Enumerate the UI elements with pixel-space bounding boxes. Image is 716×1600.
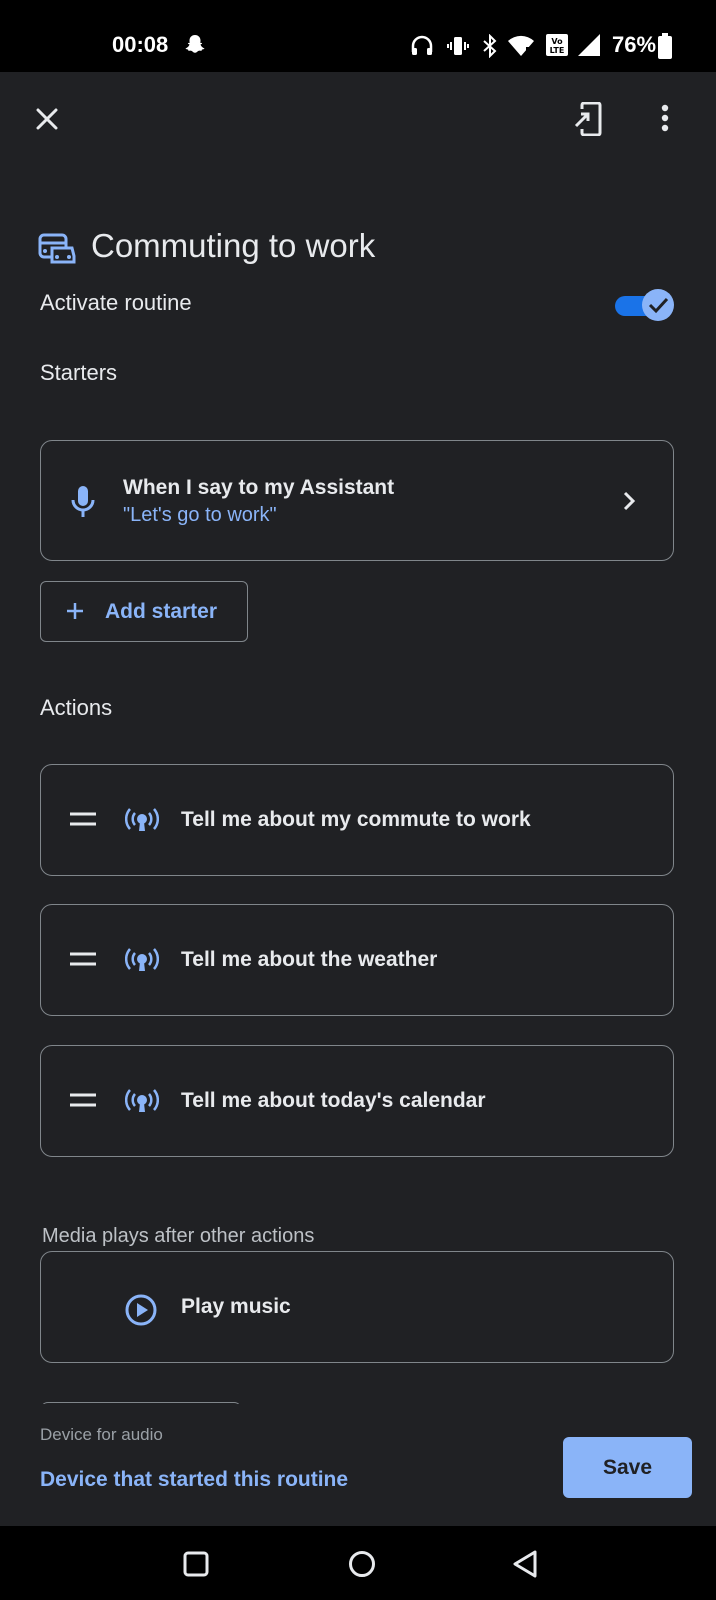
play-circle-icon	[125, 1294, 157, 1331]
chevron-right-icon	[621, 489, 637, 518]
toggle-thumb	[642, 289, 674, 321]
action-label: Tell me about the weather	[181, 948, 438, 971]
home-icon[interactable]	[347, 1549, 377, 1584]
starter-card[interactable]: When I say to my Assistant "Let's go to …	[40, 440, 674, 561]
battery-icon	[658, 33, 672, 64]
starters-heading: Starters	[40, 360, 118, 385]
action-card-commute[interactable]: Tell me about my commute to work	[40, 764, 674, 876]
save-button[interactable]: Save	[563, 1437, 692, 1498]
drag-handle-icon[interactable]	[69, 811, 97, 832]
snapchat-icon	[183, 33, 207, 62]
media-note: Media plays after other actions	[42, 1225, 315, 1247]
commute-icon	[38, 232, 76, 269]
broadcast-icon	[125, 948, 159, 979]
routine-editor-screen: 00:08 Vo LTE 76% Commuting to work Activ…	[0, 0, 716, 1600]
starter-title: When I say to my Assistant	[123, 476, 395, 499]
broadcast-icon	[125, 808, 159, 839]
wifi-icon	[507, 35, 535, 62]
add-starter-button[interactable]: Add starter	[40, 581, 248, 642]
svg-text:Vo: Vo	[551, 37, 563, 46]
activate-routine-label: Activate routine	[40, 290, 192, 315]
svg-text:LTE: LTE	[550, 46, 565, 55]
activate-routine-toggle[interactable]	[612, 287, 676, 323]
status-bar: 00:08 Vo LTE 76%	[0, 0, 716, 72]
add-to-home-icon[interactable]	[574, 101, 604, 141]
action-label: Tell me about today's calendar	[181, 1089, 486, 1112]
back-icon[interactable]	[511, 1549, 539, 1584]
audio-device-bar: Device for audio Device that started thi…	[0, 1404, 716, 1526]
more-vert-icon[interactable]	[661, 104, 669, 137]
recents-icon[interactable]	[182, 1550, 210, 1583]
mic-icon	[71, 485, 95, 524]
media-action-label: Play music	[181, 1295, 291, 1318]
close-icon[interactable]	[34, 106, 60, 137]
action-label: Tell me about my commute to work	[181, 808, 531, 831]
audio-device-caption: Device for audio	[40, 1425, 163, 1444]
starter-phrase: "Let's go to work"	[123, 504, 277, 526]
navigation-bar	[0, 1526, 716, 1600]
status-time: 00:08	[112, 32, 169, 57]
check-icon	[648, 297, 669, 314]
vibrate-icon	[446, 34, 470, 63]
action-card-weather[interactable]: Tell me about the weather	[40, 904, 674, 1016]
signal-icon	[577, 33, 601, 62]
action-card-calendar[interactable]: Tell me about today's calendar	[40, 1045, 674, 1157]
plus-icon	[65, 601, 85, 626]
headphones-icon	[410, 34, 434, 63]
battery-percent: 76%	[612, 32, 657, 57]
add-starter-label: Add starter	[105, 600, 218, 623]
audio-device-link[interactable]: Device that started this routine	[40, 1467, 348, 1493]
bluetooth-icon	[480, 33, 500, 63]
drag-handle-icon[interactable]	[69, 1092, 97, 1113]
media-action-card[interactable]: Play music	[40, 1251, 674, 1363]
actions-heading: Actions	[40, 695, 113, 720]
volte-icon: Vo LTE	[545, 33, 569, 62]
broadcast-icon	[125, 1089, 159, 1120]
drag-handle-icon[interactable]	[69, 951, 97, 972]
page-title: Commuting to work	[91, 227, 376, 264]
